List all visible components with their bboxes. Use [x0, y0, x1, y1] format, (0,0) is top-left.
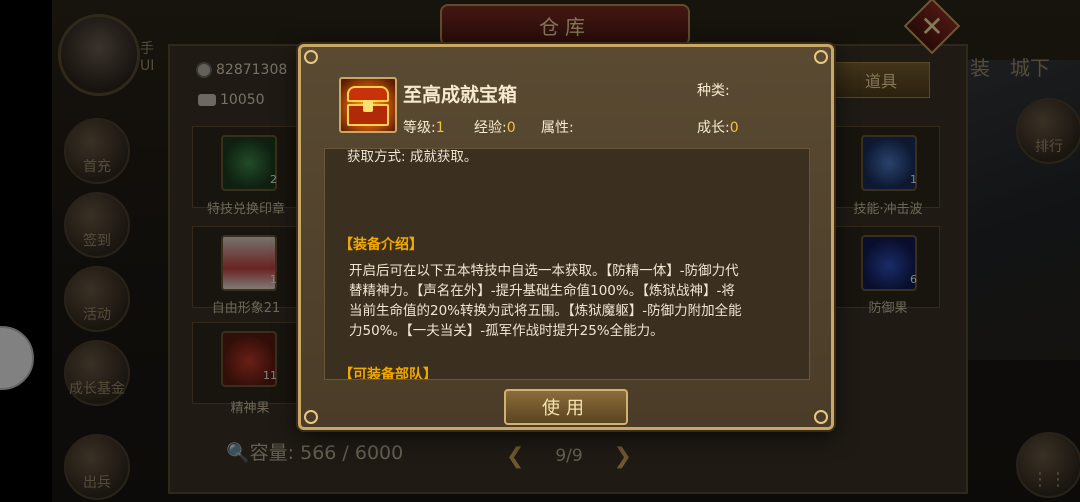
chest-lock — [363, 100, 373, 112]
type-label: 种类: — [697, 83, 730, 99]
obtain-method: 获取方式: 成就获取。 — [347, 149, 478, 165]
level-field: 等级:1 — [403, 117, 445, 137]
intro-text: 开启后可在以下五本特技中自选一本获取。【防精一体】-防御力代 替精神力。【声名在… — [349, 261, 797, 341]
exp-field: 经验:0 — [474, 117, 516, 137]
intro-line: 力50%。【一夫当关】-孤军作战时提升25%全能力。 — [349, 323, 664, 339]
growth-value: 0 — [729, 120, 739, 136]
intro-line: 开启后可在以下五本特技中自选一本获取。【防精一体】-防御力代 — [349, 263, 739, 279]
exp-label: 经验: — [474, 120, 507, 136]
corner-ornament — [814, 410, 828, 424]
intro-line: 当前生命值的20%转换为武将五围。【炼狱魔躯】-防御力附加全能 — [349, 303, 742, 319]
growth-field: 成长:0 — [697, 117, 739, 137]
item-name: 至高成就宝箱 — [403, 84, 518, 106]
equip-section-title: 【可装备部队】 — [339, 367, 437, 380]
growth-label: 成长: — [697, 120, 730, 136]
attribute-label: 属性: — [541, 120, 574, 136]
intro-line: 替精神力。【声名在外】-提升基础生命值100%。【炼狱战神】-将 — [349, 283, 735, 299]
corner-ornament — [814, 50, 828, 64]
intro-section-title: 【装备介绍】 — [339, 237, 423, 253]
corner-ornament — [304, 50, 318, 64]
exp-value: 0 — [506, 120, 516, 136]
use-button[interactable]: 使用 — [504, 389, 628, 425]
description-scroll-area[interactable]: 获取方式: 成就获取。 【装备介绍】 开启后可在以下五本特技中自选一本获取。【防… — [324, 148, 810, 380]
corner-ornament — [304, 410, 318, 424]
level-value: 1 — [435, 120, 445, 136]
level-label: 等级: — [403, 120, 436, 136]
